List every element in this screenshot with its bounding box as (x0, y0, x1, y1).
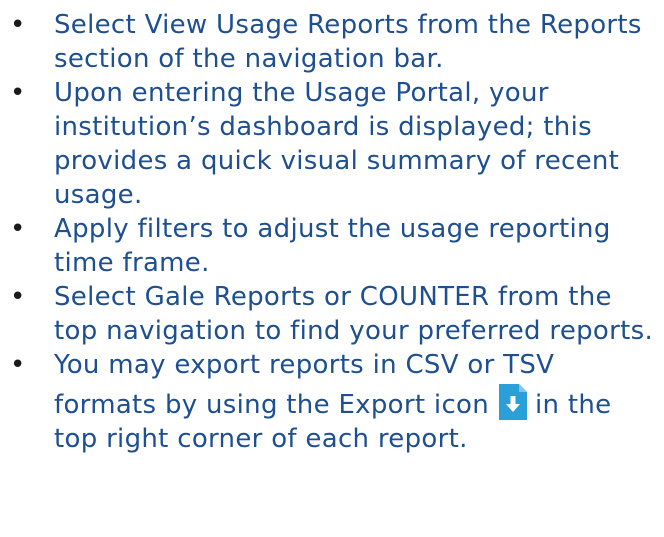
list-item: • Select View Usage Reports from the Rep… (0, 8, 654, 76)
bullet-icon: • (10, 282, 26, 312)
list-item-text: Select View Usage Reports from the Repor… (54, 10, 642, 74)
instructions-page: • Select View Usage Reports from the Rep… (0, 0, 664, 537)
file-download-icon (497, 382, 529, 422)
bullet-icon: • (10, 214, 26, 244)
list-item-text: Select Gale Reports or COUNTER from the … (54, 282, 654, 346)
instruction-list: • Select View Usage Reports from the Rep… (0, 8, 654, 456)
list-item-text: Upon entering the Usage Portal, your ins… (54, 78, 620, 210)
bullet-icon: • (10, 10, 26, 40)
list-item-text-before: You may export reports in CSV or TSV for… (54, 350, 555, 420)
list-item: • Select Gale Reports or COUNTER from th… (0, 280, 654, 348)
bullet-icon: • (10, 350, 26, 380)
list-item-text: Apply filters to adjust the usage report… (54, 214, 611, 278)
list-item: • You may export reports in CSV or TSV f… (0, 348, 654, 456)
list-item: • Upon entering the Usage Portal, your i… (0, 76, 654, 212)
bullet-icon: • (10, 78, 26, 108)
list-item: • Apply filters to adjust the usage repo… (0, 212, 654, 280)
